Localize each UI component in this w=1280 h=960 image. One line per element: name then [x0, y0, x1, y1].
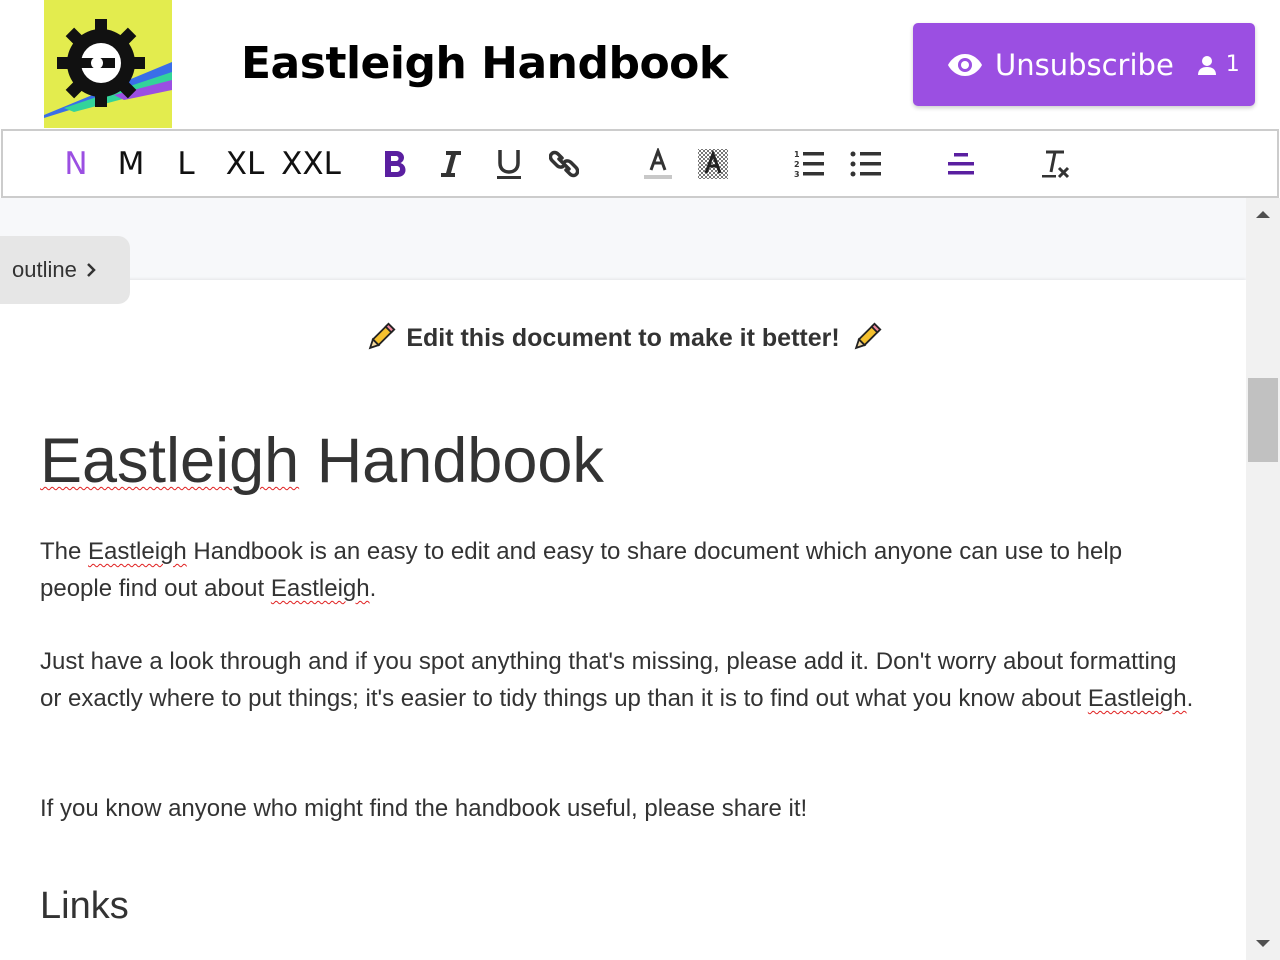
app-logo[interactable]: [44, 0, 172, 128]
scroll-up-button[interactable]: [1246, 204, 1280, 224]
bullet-list-icon: [850, 151, 881, 176]
text-color-button[interactable]: [640, 131, 676, 196]
share-paragraph[interactable]: If you know anyone who might find the ha…: [40, 790, 1200, 827]
text-run: Just have a look through and if you spot…: [40, 648, 1177, 712]
misspelled-word: Eastleigh: [88, 538, 187, 565]
clear-format-icon: [1042, 150, 1070, 178]
document-scroll-area[interactable]: Edit this document to make it better! Ea…: [0, 198, 1246, 960]
highlight-button[interactable]: [695, 131, 731, 196]
size-l-button[interactable]: L: [171, 131, 201, 196]
app-title: Eastleigh Handbook: [241, 38, 728, 89]
vertical-scrollbar[interactable]: [1246, 198, 1280, 960]
misspelled-word: Eastleigh: [270, 575, 370, 602]
text-run: The: [40, 538, 89, 565]
pencil-icon: [854, 322, 882, 350]
size-n-button[interactable]: N: [59, 131, 93, 196]
highlight-icon: [698, 148, 728, 179]
outline-toggle-button[interactable]: outline: [0, 236, 130, 304]
italic-button[interactable]: [433, 131, 469, 196]
document-title[interactable]: Eastleigh Handbook: [40, 425, 604, 497]
svg-text:1: 1: [794, 150, 800, 159]
intro-paragraph[interactable]: The Eastleigh Handbook is an easy to edi…: [40, 533, 1200, 607]
text-run: .: [369, 575, 377, 602]
subscriber-count: 1: [1225, 52, 1240, 77]
clear-format-button[interactable]: [1036, 131, 1076, 196]
text-run: .: [1186, 685, 1194, 712]
size-xl-button[interactable]: XL: [223, 131, 267, 196]
app-header: Eastleigh Handbook Unsubscribe 1: [0, 0, 1280, 128]
text-color-icon: [644, 147, 672, 179]
unsubscribe-label: Unsubscribe: [995, 47, 1174, 82]
size-m-button[interactable]: M: [113, 131, 149, 196]
underline-icon: [497, 149, 521, 179]
svg-text:3: 3: [794, 170, 800, 179]
underline-button[interactable]: [491, 131, 527, 196]
ordered-list-icon: 123: [794, 150, 824, 179]
links-heading[interactable]: Links: [40, 885, 129, 928]
title-word-1: Eastleigh: [40, 426, 300, 496]
scroll-thumb[interactable]: [1248, 378, 1278, 462]
link-button[interactable]: [546, 131, 582, 196]
format-toolbar: N M L XL XXL 1 2 3: [1, 129, 1279, 198]
eye-icon: [948, 53, 982, 76]
bold-icon: [385, 150, 406, 177]
title-word-2: Handbook: [316, 426, 604, 496]
gear-logo-icon: [44, 19, 172, 118]
svg-text:2: 2: [794, 160, 800, 169]
edit-banner-text: Edit this document to make it better!: [406, 323, 840, 352]
scroll-down-button[interactable]: [1246, 934, 1280, 954]
italic-icon: [441, 150, 461, 177]
ordered-list-button[interactable]: 123: [789, 131, 829, 196]
bold-button[interactable]: [377, 131, 413, 196]
misspelled-word: Eastleigh: [1087, 685, 1187, 712]
align-center-button[interactable]: [941, 131, 981, 196]
align-center-icon: [948, 152, 974, 174]
arrow-up-icon: [1256, 211, 1270, 218]
pencil-icon: [368, 322, 396, 350]
unsubscribe-button[interactable]: Unsubscribe 1: [913, 23, 1255, 106]
instructions-paragraph[interactable]: Just have a look through and if you spot…: [40, 643, 1200, 717]
bullet-list-button[interactable]: [846, 131, 886, 196]
edit-banner: Edit this document to make it better!: [0, 322, 1246, 354]
text-run: Handbook is an easy to edit and easy to …: [40, 538, 1123, 602]
size-xxl-button[interactable]: XXL: [279, 131, 343, 196]
outline-label: outline: [12, 257, 77, 282]
person-icon: [1197, 55, 1216, 75]
document-page[interactable]: Edit this document to make it better! Ea…: [0, 280, 1246, 960]
chevron-right-icon: [86, 263, 96, 277]
link-icon: [549, 150, 579, 177]
arrow-down-icon: [1256, 940, 1270, 947]
